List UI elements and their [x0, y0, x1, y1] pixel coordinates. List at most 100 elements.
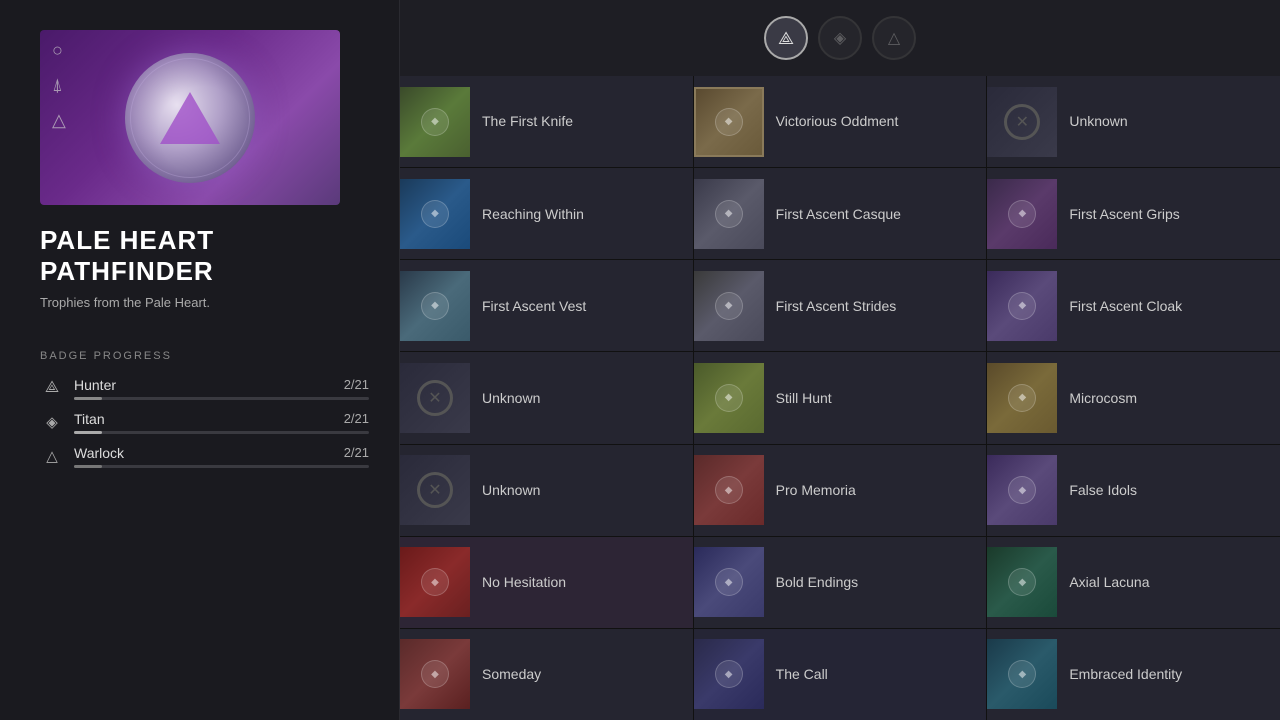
thumb-icon-first-ascent-vest: ◆ — [421, 292, 449, 320]
thumb-embraced-identity: ◆ — [987, 639, 1057, 709]
item-first-ascent-vest[interactable]: ◆ First Ascent Vest — [400, 260, 693, 351]
thumb-pro-memoria: ◆ — [694, 455, 764, 525]
item-embraced-identity[interactable]: ◆ Embraced Identity — [987, 629, 1280, 720]
thumb-icon-no-hesitation: ◆ — [421, 568, 449, 596]
thumb-icon-still-hunt: ◆ — [715, 384, 743, 412]
thumb-bold-endings: ◆ — [694, 547, 764, 617]
item-first-ascent-cloak[interactable]: ◆ First Ascent Cloak — [987, 260, 1280, 351]
item-name-pro-memoria: Pro Memoria — [764, 481, 868, 499]
symbol-triangle-rune: ⍋ — [52, 75, 66, 96]
item-name-someday: Someday — [470, 665, 553, 683]
item-name-first-ascent-grips: First Ascent Grips — [1057, 205, 1191, 223]
item-no-hesitation[interactable]: ◆ No Hesitation — [400, 537, 693, 628]
thumb-microcosm: ◆ — [987, 363, 1057, 433]
warlock-fill — [74, 465, 102, 468]
hunter-tab[interactable]: ⟁ — [764, 16, 808, 60]
lock-icon-unknown-1: ✕ — [1004, 104, 1040, 140]
titan-track — [74, 431, 369, 434]
badge-image: ○ ⍋ △ — [40, 30, 340, 205]
badge-subtitle: Trophies from the Pale Heart. — [40, 295, 369, 310]
warlock-count: 2/21 — [344, 445, 369, 460]
hunter-icon: ⟁ — [40, 376, 64, 400]
thumb-the-first-knife: ◆ — [400, 87, 470, 157]
badge-title: PALE HEART PATHFINDER — [40, 225, 369, 287]
hunter-label: Hunter — [74, 377, 116, 393]
item-name-false-idols: False Idols — [1057, 481, 1149, 499]
thumb-icon-the-first-knife: ◆ — [421, 108, 449, 136]
item-name-unknown-3: Unknown — [470, 481, 552, 499]
item-name-first-ascent-vest: First Ascent Vest — [470, 297, 598, 315]
item-name-bold-endings: Bold Endings — [764, 573, 871, 591]
titan-label: Titan — [74, 411, 105, 427]
symbol-delta: △ — [52, 110, 66, 131]
items-grid: ◆The First Knife◆Victorious Oddment✕Unkn… — [400, 76, 1280, 720]
item-first-ascent-strides[interactable]: ◆First Ascent Strides — [694, 260, 987, 351]
thumb-no-hesitation: ◆ — [400, 547, 470, 617]
titan-progress-bar: Titan 2/21 — [74, 411, 369, 434]
item-name-the-first-knife: The First Knife — [470, 112, 585, 130]
titan-icon: ◈ — [40, 410, 64, 434]
item-microcosm[interactable]: ◆Microcosm — [987, 352, 1280, 443]
thumb-icon-embraced-identity: ◆ — [1008, 660, 1036, 688]
thumb-first-ascent-cloak: ◆ — [987, 271, 1057, 341]
item-still-hunt[interactable]: ◆ Still Hunt — [694, 352, 987, 443]
item-name-still-hunt: Still Hunt — [764, 389, 844, 407]
thumb-icon-microcosm: ◆ — [1008, 384, 1036, 412]
item-name-victorious-oddment: Victorious Oddment — [764, 112, 911, 130]
thumb-first-ascent-strides: ◆ — [694, 271, 764, 341]
thumb-icon-reaching-within: ◆ — [421, 200, 449, 228]
thumb-icon-first-ascent-cloak: ◆ — [1008, 292, 1036, 320]
thumb-icon-first-ascent-strides: ◆ — [715, 292, 743, 320]
item-bold-endings[interactable]: ◆ Bold Endings — [694, 537, 987, 628]
item-name-axial-lacuna: Axial Lacuna — [1057, 573, 1161, 591]
progress-titan: ◈ Titan 2/21 — [40, 410, 369, 434]
warlock-label: Warlock — [74, 445, 124, 461]
thumb-icon-the-call: ◆ — [715, 660, 743, 688]
hunter-track — [74, 397, 369, 400]
item-the-call[interactable]: ◆ The Call — [694, 629, 987, 720]
thumb-unknown-2: ✕ — [400, 363, 470, 433]
item-victorious-oddment[interactable]: ◆Victorious Oddment — [694, 76, 987, 167]
item-name-the-call: The Call — [764, 665, 840, 683]
warlock-icon: △ — [40, 444, 64, 468]
lock-icon-unknown-3: ✕ — [417, 472, 453, 508]
thumb-icon-first-ascent-casque: ◆ — [715, 200, 743, 228]
lock-icon-unknown-2: ✕ — [417, 380, 453, 416]
badge-progress-title: BADGE PROGRESS — [40, 350, 369, 362]
thumb-icon-false-idols: ◆ — [1008, 476, 1036, 504]
thumb-unknown-1: ✕ — [987, 87, 1057, 157]
item-name-first-ascent-casque: First Ascent Casque — [764, 205, 913, 223]
left-panel: ○ ⍋ △ PALE HEART PATHFINDER Trophies fro… — [0, 0, 400, 720]
thumb-first-ascent-vest: ◆ — [400, 271, 470, 341]
titan-tab[interactable]: ◈ — [818, 16, 862, 60]
item-reaching-within[interactable]: ◆ Reaching Within — [400, 168, 693, 259]
thumb-icon-someday: ◆ — [421, 660, 449, 688]
item-name-reaching-within: Reaching Within — [470, 205, 596, 223]
thumb-the-call: ◆ — [694, 639, 764, 709]
item-pro-memoria[interactable]: ◆Pro Memoria — [694, 445, 987, 536]
item-name-first-ascent-cloak: First Ascent Cloak — [1057, 297, 1194, 315]
item-the-first-knife[interactable]: ◆ The First Knife — [400, 76, 693, 167]
thumb-unknown-3: ✕ — [400, 455, 470, 525]
item-axial-lacuna[interactable]: ◆Axial Lacuna — [987, 537, 1280, 628]
hunter-progress-bar: Hunter 2/21 — [74, 377, 369, 400]
item-first-ascent-casque[interactable]: ◆ First Ascent Casque — [694, 168, 987, 259]
thumb-false-idols: ◆ — [987, 455, 1057, 525]
item-name-embraced-identity: Embraced Identity — [1057, 665, 1194, 683]
item-someday[interactable]: ◆ Someday — [400, 629, 693, 720]
item-first-ascent-grips[interactable]: ◆ First Ascent Grips — [987, 168, 1280, 259]
warlock-tab[interactable]: △ — [872, 16, 916, 60]
item-false-idols[interactable]: ◆ False Idols — [987, 445, 1280, 536]
thumb-axial-lacuna: ◆ — [987, 547, 1057, 617]
item-name-unknown-1: Unknown — [1057, 112, 1139, 130]
thumb-reaching-within: ◆ — [400, 179, 470, 249]
item-unknown-2[interactable]: ✕Unknown — [400, 352, 693, 443]
warlock-progress-bar: Warlock 2/21 — [74, 445, 369, 468]
thumb-icon-bold-endings: ◆ — [715, 568, 743, 596]
thumb-icon-first-ascent-grips: ◆ — [1008, 200, 1036, 228]
item-unknown-3[interactable]: ✕ Unknown — [400, 445, 693, 536]
item-name-no-hesitation: No Hesitation — [470, 573, 578, 591]
item-unknown-1[interactable]: ✕ Unknown — [987, 76, 1280, 167]
right-panel: ⟁ ◈ △ ◆The First Knife◆Victorious Oddmen… — [400, 0, 1280, 720]
titan-fill — [74, 431, 102, 434]
